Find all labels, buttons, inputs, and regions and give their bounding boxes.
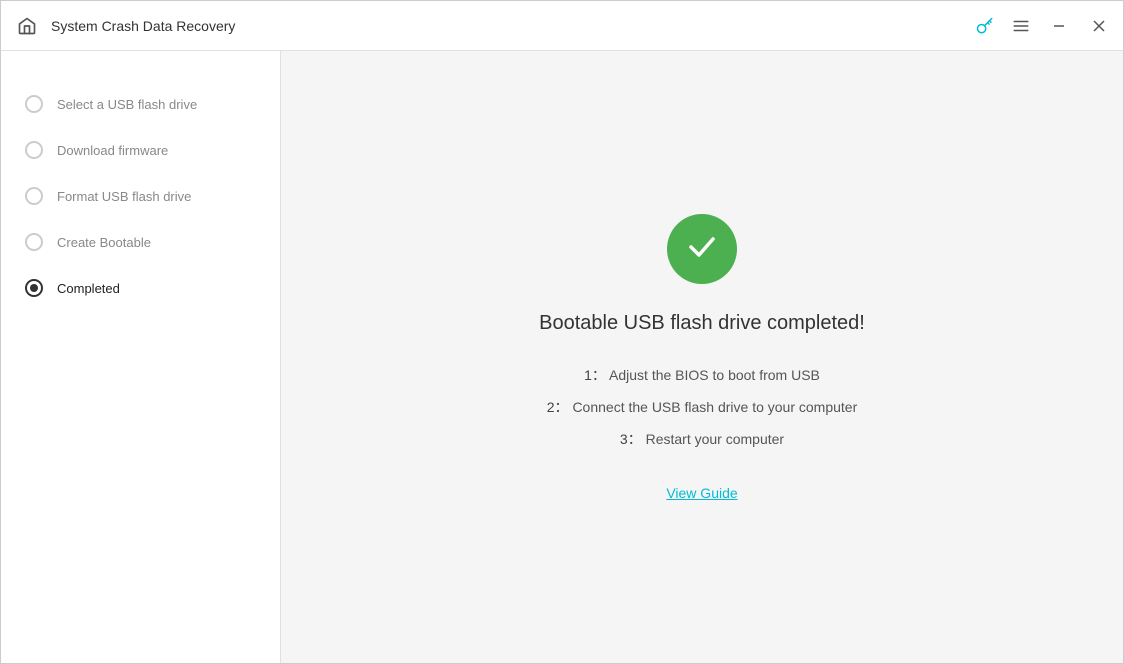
main-content: Bootable USB flash drive completed! 1： A…	[281, 51, 1123, 663]
sidebar-label-format-usb: Format USB flash drive	[57, 189, 191, 204]
minimize-button[interactable]	[1047, 14, 1071, 38]
sidebar-label-select-usb: Select a USB flash drive	[57, 97, 197, 112]
app-title: System Crash Data Recovery	[51, 18, 975, 34]
step-instruction-3: 3： Restart your computer	[547, 429, 858, 449]
step-num-2: 2：	[547, 399, 569, 415]
step-instruction-1: 1： Adjust the BIOS to boot from USB	[547, 365, 858, 385]
step-dot-format-usb	[25, 187, 43, 205]
key-icon[interactable]	[975, 16, 995, 36]
step-text-3: Restart your computer	[646, 431, 785, 447]
success-icon-circle	[667, 214, 737, 284]
step-num-1: 1：	[584, 367, 606, 383]
menu-icon[interactable]	[1011, 16, 1031, 36]
sidebar-label-completed: Completed	[57, 281, 120, 296]
step-text-2: Connect the USB flash drive to your comp…	[572, 399, 857, 415]
completion-title: Bootable USB flash drive completed!	[539, 312, 865, 335]
home-icon[interactable]	[13, 12, 41, 40]
close-button[interactable]	[1087, 14, 1111, 38]
app-window: System Crash Data Recovery	[0, 0, 1124, 664]
view-guide-link[interactable]: View Guide	[666, 485, 737, 501]
step-dot-download-firmware	[25, 141, 43, 159]
sidebar-item-create-bootable[interactable]: Create Bootable	[1, 219, 280, 265]
sidebar-item-completed[interactable]: Completed	[1, 265, 280, 311]
steps-list: 1： Adjust the BIOS to boot from USB 2： C…	[547, 365, 858, 449]
step-text-1: Adjust the BIOS to boot from USB	[609, 367, 820, 383]
content-area: Select a USB flash drive Download firmwa…	[1, 51, 1123, 663]
step-instruction-2: 2： Connect the USB flash drive to your c…	[547, 397, 858, 417]
sidebar-item-format-usb[interactable]: Format USB flash drive	[1, 173, 280, 219]
sidebar-label-create-bootable: Create Bootable	[57, 235, 151, 250]
sidebar-item-download-firmware[interactable]: Download firmware	[1, 127, 280, 173]
step-num-3: 3：	[620, 431, 642, 447]
step-dot-select-usb	[25, 95, 43, 113]
checkmark-icon	[683, 227, 721, 271]
window-controls	[975, 14, 1111, 38]
sidebar-item-select-usb[interactable]: Select a USB flash drive	[1, 81, 280, 127]
title-bar: System Crash Data Recovery	[1, 1, 1123, 51]
sidebar-label-download-firmware: Download firmware	[57, 143, 168, 158]
sidebar: Select a USB flash drive Download firmwa…	[1, 51, 281, 663]
step-dot-create-bootable	[25, 233, 43, 251]
step-dot-completed	[25, 279, 43, 297]
